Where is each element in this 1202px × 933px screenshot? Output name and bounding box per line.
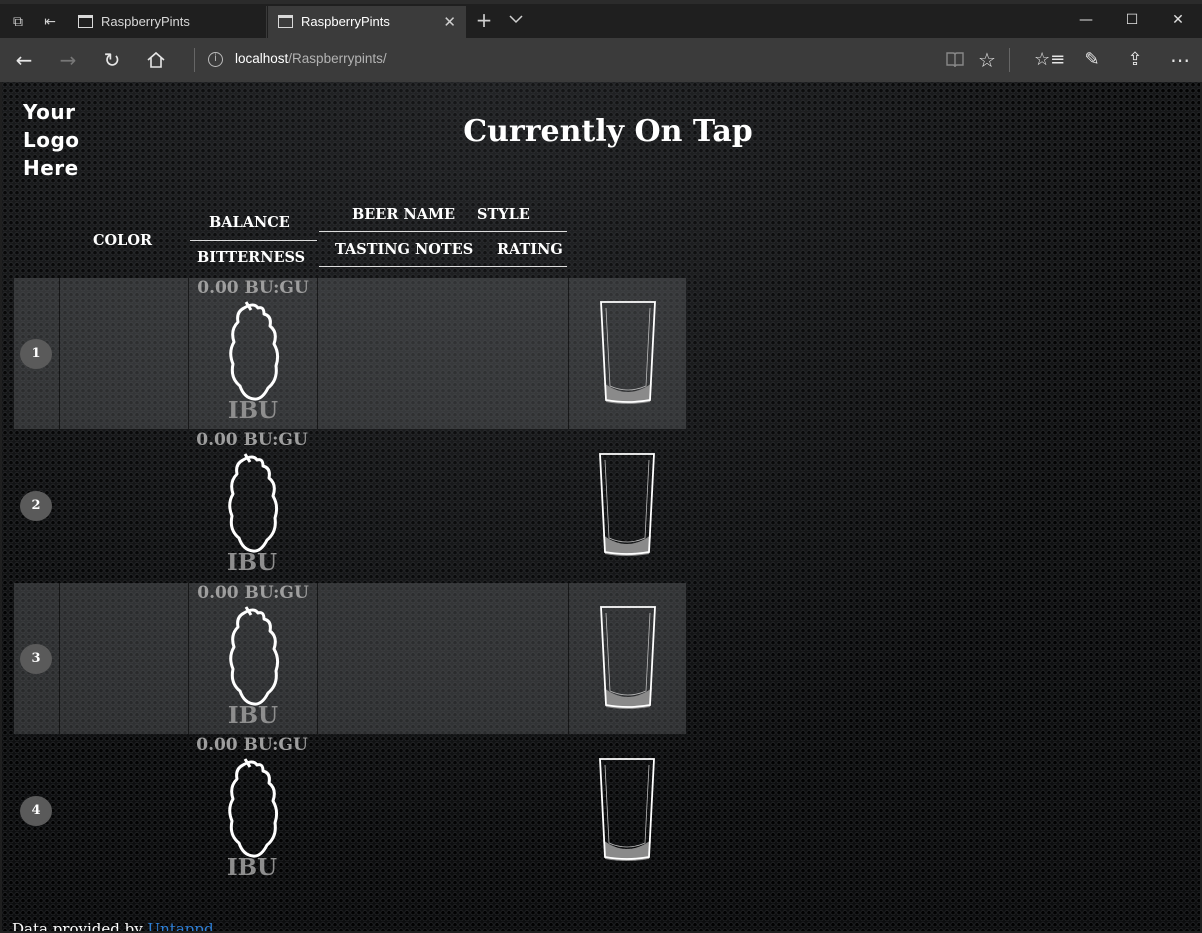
- home-button[interactable]: [142, 46, 170, 74]
- bu-gu-value: 0.00 BU:GU: [197, 278, 309, 298]
- pint-glass-icon: [599, 453, 655, 556]
- bitterness-cell: 0.00 BU:GU IBU: [188, 430, 317, 581]
- pint-glass-icon: [600, 301, 656, 404]
- footer-text: Data provided by: [12, 920, 143, 931]
- tap-row: 3 0.00 BU:GU IBU: [14, 583, 686, 734]
- ibu-label: IBU: [227, 397, 279, 424]
- forward-button[interactable]: →: [54, 46, 82, 74]
- header-divider: [190, 240, 317, 241]
- page-icon: [78, 15, 93, 28]
- beer-info-cell: [317, 430, 568, 581]
- header-color: COLOR: [93, 232, 153, 249]
- address-bar: ← → ↻ i localhost/Raspberrypints/ ☆ ☆≡ ✎…: [0, 38, 1202, 82]
- site-info-icon[interactable]: i: [208, 52, 223, 67]
- refresh-button[interactable]: ↻: [98, 46, 126, 74]
- minimize-button[interactable]: —: [1063, 4, 1109, 38]
- tap-number-badge: 2: [20, 491, 52, 521]
- url-field[interactable]: localhost/Raspberrypints/: [235, 51, 387, 66]
- glass-cell: [568, 278, 686, 429]
- tap-number-cell: 2: [14, 430, 59, 581]
- favorite-star-icon[interactable]: ☆: [973, 46, 1001, 74]
- bitterness-cell: 0.00 BU:GU IBU: [188, 735, 317, 886]
- glass-cell: [568, 430, 686, 581]
- close-window-button[interactable]: ✕: [1155, 4, 1201, 38]
- beer-info-cell: [317, 278, 568, 429]
- tab-preview-chevron-icon[interactable]: [506, 10, 526, 30]
- back-button[interactable]: ←: [10, 46, 38, 74]
- divider: [194, 48, 195, 72]
- pint-glass-icon: [599, 758, 655, 861]
- url-path: /Raspberrypints/: [288, 51, 387, 66]
- tap-number-badge: 4: [20, 796, 52, 826]
- logo-line: Here: [23, 156, 79, 180]
- header-style: STYLE: [477, 206, 530, 223]
- hop-icon: [228, 453, 279, 553]
- tab-label: RaspberryPints: [301, 14, 390, 29]
- tab-label: RaspberryPints: [101, 14, 190, 29]
- page-content: Your Logo Here Currently On Tap COLOR BA…: [2, 82, 1200, 931]
- bu-gu-value: 0.00 BU:GU: [196, 430, 308, 450]
- header-tasting-notes: TASTING NOTES: [335, 241, 474, 258]
- glass-cell: [568, 583, 686, 734]
- tap-row: 2 0.00 BU:GU IBU: [14, 430, 686, 581]
- ibu-label: IBU: [226, 549, 278, 576]
- tap-number-cell: 1: [14, 278, 59, 429]
- tab-1[interactable]: RaspberryPints: [68, 6, 267, 40]
- set-tabs-aside-icon[interactable]: ⇤: [40, 12, 60, 32]
- hop-icon: [228, 758, 279, 858]
- header-rating: RATING: [497, 241, 563, 258]
- color-cell: [59, 278, 188, 429]
- untappd-link[interactable]: Untappd: [148, 920, 214, 931]
- ibu-label: IBU: [227, 702, 279, 729]
- bitterness-cell: 0.00 BU:GU IBU: [188, 583, 317, 734]
- glass-cell: [568, 735, 686, 886]
- bu-gu-value: 0.00 BU:GU: [197, 583, 309, 603]
- hop-icon: [229, 301, 280, 401]
- tab-bar: ⧉ ⇤ RaspberryPints RaspberryPints ✕ + — …: [0, 0, 1202, 40]
- favorites-hub-icon[interactable]: ☆≡: [1034, 46, 1065, 74]
- footer-credit: Data provided by Untappd: [12, 920, 214, 931]
- tap-number-cell: 4: [14, 735, 59, 886]
- reading-view-icon[interactable]: [941, 46, 969, 74]
- bitterness-cell: 0.00 BU:GU IBU: [188, 278, 317, 429]
- notes-pen-icon[interactable]: ✎: [1078, 46, 1106, 74]
- more-menu-icon[interactable]: ⋯: [1166, 46, 1194, 74]
- color-cell: [59, 583, 188, 734]
- ibu-label: IBU: [226, 854, 278, 881]
- beer-info-cell: [317, 583, 568, 734]
- tap-row: 1 0.00 BU:GU IBU: [14, 278, 686, 429]
- tap-number-badge: 3: [20, 644, 52, 674]
- new-tab-icon[interactable]: +: [474, 10, 494, 30]
- divider: [1009, 48, 1010, 72]
- tap-number-badge: 1: [20, 339, 52, 369]
- bu-gu-value: 0.00 BU:GU: [196, 735, 308, 755]
- color-cell: [59, 735, 188, 886]
- pint-glass-icon: [600, 606, 656, 709]
- header-divider: [319, 231, 567, 232]
- close-tab-icon[interactable]: ✕: [443, 6, 456, 38]
- color-cell: [59, 430, 188, 581]
- share-icon[interactable]: ⇪: [1121, 46, 1149, 74]
- header-balance: BALANCE: [209, 214, 290, 231]
- beer-info-cell: [317, 735, 568, 886]
- tab-2[interactable]: RaspberryPints ✕: [268, 6, 466, 40]
- url-host: localhost: [235, 51, 289, 66]
- tap-number-cell: 3: [14, 583, 59, 734]
- header-beer-name: BEER NAME: [352, 206, 456, 223]
- tap-row: 4 0.00 BU:GU IBU: [14, 735, 686, 886]
- header-divider: [319, 266, 567, 267]
- page-title: Currently On Tap: [463, 114, 753, 149]
- maximize-button[interactable]: ☐: [1109, 4, 1155, 38]
- header-bitterness: BITTERNESS: [197, 249, 306, 266]
- page-icon: [278, 15, 293, 28]
- hop-icon: [229, 606, 280, 706]
- tab-actions-icon[interactable]: ⧉: [8, 12, 28, 32]
